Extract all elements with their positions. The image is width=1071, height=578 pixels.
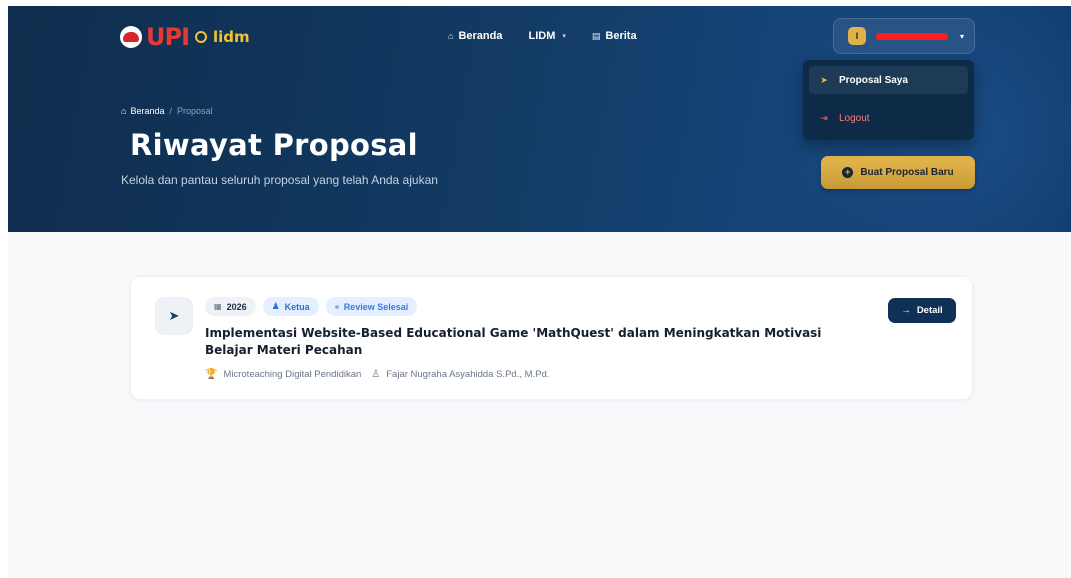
- redacted-username: [876, 32, 948, 40]
- menu-item-logout[interactable]: ⇥ Logout: [809, 104, 968, 132]
- proposal-badges: ▦ 2026 ♟ Ketua Review Selesai: [205, 297, 418, 316]
- nav-item-berita[interactable]: ▤ Berita: [592, 30, 637, 42]
- paper-plane-icon: ➤: [820, 74, 828, 85]
- main-nav: ⌂ Beranda LIDM ▾ ▤ Berita: [448, 30, 637, 42]
- product-name: lidm: [213, 28, 250, 46]
- menu-item-label: Logout: [839, 112, 870, 124]
- bulb-icon: [195, 31, 208, 43]
- proposal-meta: 🏆 Microteaching Digital Pendidikan ♙ Faj…: [205, 369, 549, 380]
- upi-emblem-icon: [120, 26, 142, 48]
- breadcrumb-separator: /: [169, 106, 172, 116]
- nav-item-label: Beranda: [458, 30, 503, 42]
- breadcrumb-home-label: Beranda: [130, 106, 165, 116]
- arrow-right-icon: →: [901, 305, 911, 316]
- category: 🏆 Microteaching Digital Pendidikan: [205, 369, 361, 380]
- advisor-text: Fajar Nugraha Asyahidda S.Pd., M.Pd.: [386, 369, 550, 380]
- page-title: Riwayat Proposal: [130, 128, 418, 162]
- breadcrumb-current: Proposal: [176, 106, 213, 116]
- home-icon: ⌂: [121, 106, 127, 116]
- role-badge: ♟ Ketua: [262, 297, 319, 316]
- home-icon: ⌂: [448, 31, 454, 41]
- nav-item-label: Berita: [605, 30, 637, 42]
- user-menu-button[interactable]: I ▾: [833, 18, 975, 54]
- trophy-icon: 🏆: [205, 369, 218, 380]
- menu-item-label: Proposal Saya: [839, 74, 908, 86]
- chevron-down-icon: ▾: [562, 33, 566, 40]
- logo-text: UPI: [146, 23, 190, 51]
- teacher-icon: ♙: [371, 369, 381, 380]
- status-dot-icon: [334, 304, 339, 309]
- status-text: Review Selesai: [343, 301, 409, 312]
- chevron-down-icon: ▾: [959, 31, 964, 41]
- nav-item-lidm[interactable]: LIDM ▾: [528, 30, 565, 42]
- year-text: 2026: [226, 301, 247, 312]
- page: UPI lidm ⌂ Beranda LIDM ▾ ▤ Berita I ▾ ➤…: [8, 6, 1071, 578]
- user-dropdown-menu: ➤ Proposal Saya ⇥ Logout: [803, 60, 974, 140]
- detail-label: Detail: [916, 305, 943, 316]
- new-proposal-button[interactable]: + Buat Proposal Baru: [821, 156, 975, 189]
- page-subtitle: Kelola dan pantau seluruh proposal yang …: [121, 173, 438, 187]
- year-badge: ▦ 2026: [205, 297, 256, 316]
- newspaper-icon: ▤: [591, 30, 601, 41]
- proposal-title: Implementasi Website-Based Educational G…: [205, 326, 822, 357]
- logout-icon: ⇥: [820, 112, 828, 123]
- breadcrumb: ⌂ Beranda / Proposal: [121, 106, 213, 116]
- nav-item-beranda[interactable]: ⌂ Beranda: [448, 30, 502, 42]
- plus-circle-icon: +: [842, 167, 854, 178]
- breadcrumb-home[interactable]: ⌂ Beranda: [121, 106, 164, 116]
- proposal-card: ➤ ▦ 2026 ♟ Ketua Review Selesai Implemen…: [130, 276, 973, 400]
- user-icon: ♟: [271, 301, 280, 311]
- advisor: ♙ Fajar Nugraha Asyahidda S.Pd., M.Pd.: [371, 369, 549, 380]
- role-text: Ketua: [284, 301, 310, 312]
- calendar-icon: ▦: [214, 302, 222, 311]
- menu-item-proposal-saya[interactable]: ➤ Proposal Saya: [809, 66, 968, 94]
- avatar: I: [848, 27, 866, 45]
- paper-plane-icon: ➤: [155, 297, 193, 335]
- category-text: Microteaching Digital Pendidikan: [223, 369, 362, 380]
- detail-button[interactable]: → Detail: [888, 298, 956, 323]
- site-logo[interactable]: UPI lidm: [120, 24, 250, 50]
- new-proposal-label: Buat Proposal Baru: [860, 167, 954, 178]
- nav-item-label: LIDM: [528, 30, 556, 42]
- status-badge: Review Selesai: [325, 297, 418, 316]
